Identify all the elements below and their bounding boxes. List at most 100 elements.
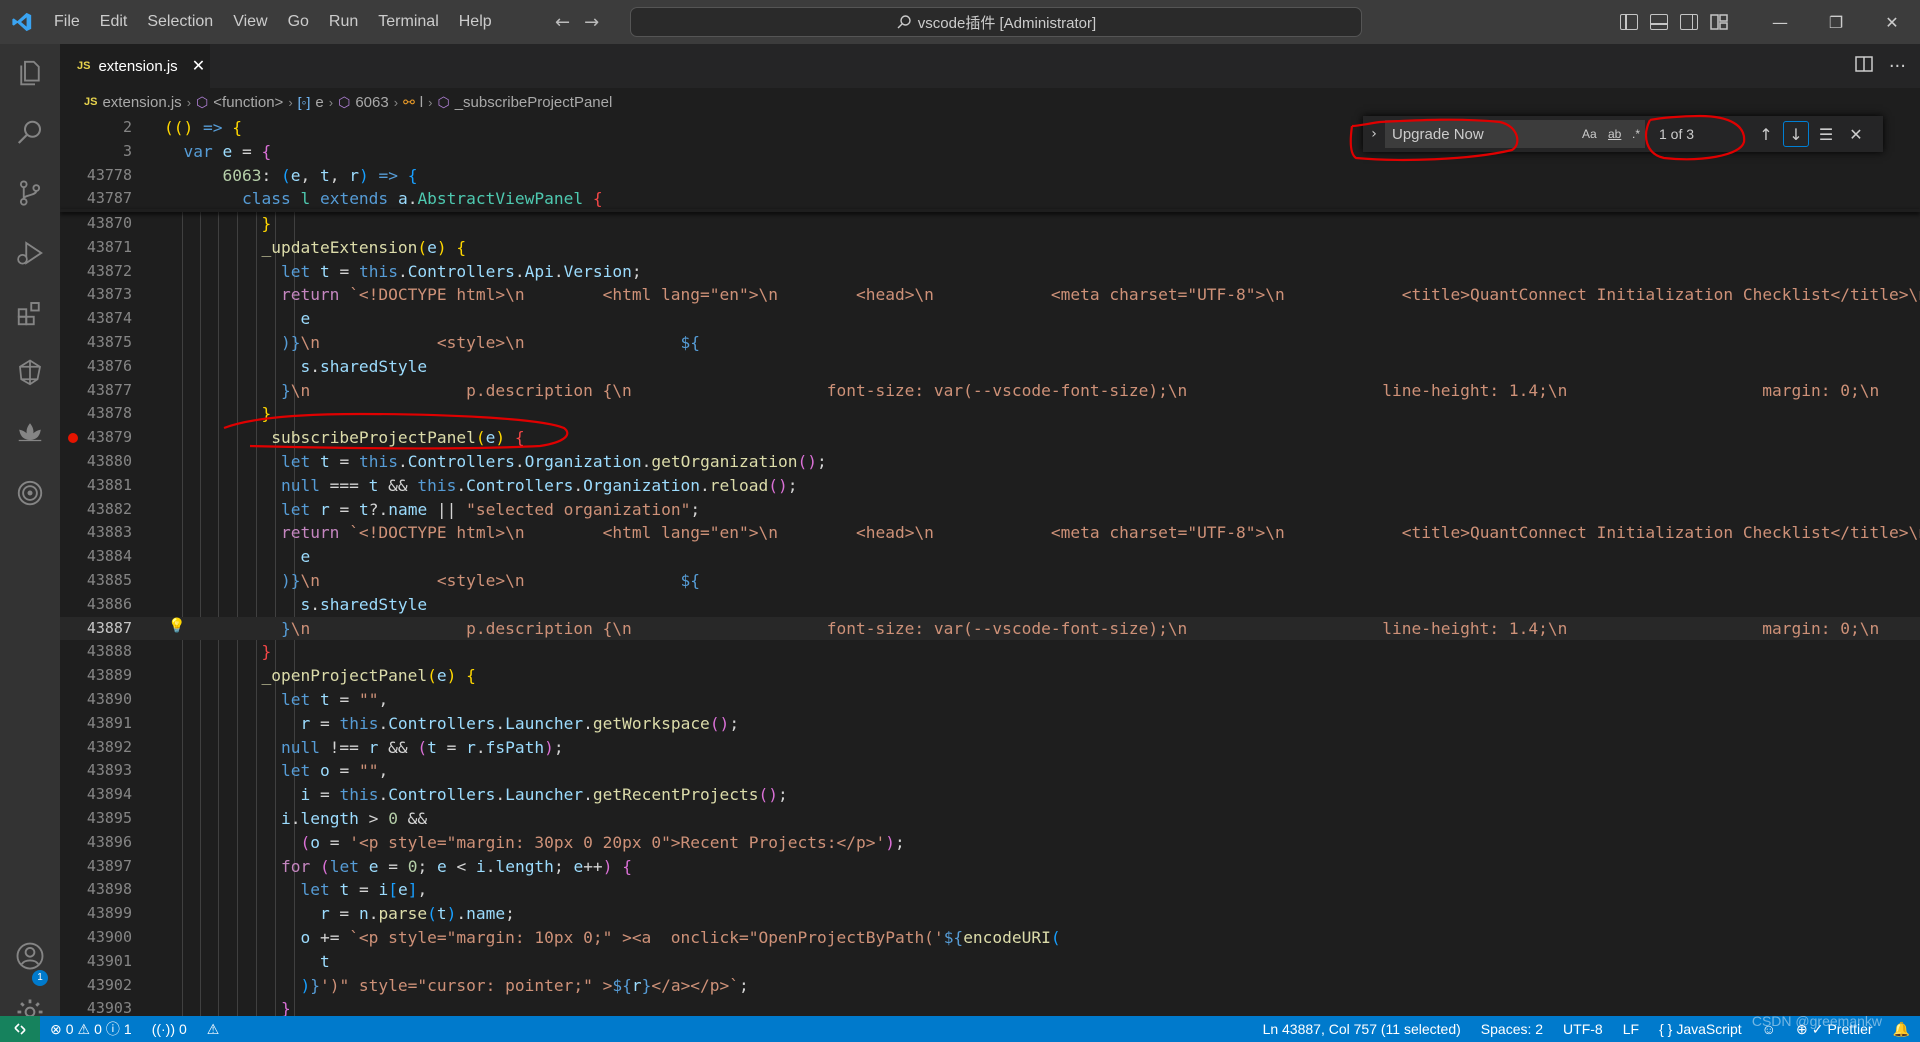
variable-icon: [◦] (297, 94, 311, 110)
breadcrumb-var[interactable]: e (315, 94, 323, 111)
toggle-replace-chevron-icon[interactable]: › (1363, 126, 1385, 142)
files-icon[interactable] (0, 45, 60, 101)
navigation-arrows: ← → (555, 0, 599, 44)
toggle-primary-sidebar-icon[interactable] (1620, 14, 1638, 30)
menu-terminal[interactable]: Terminal (368, 0, 448, 44)
menu-file[interactable]: File (44, 0, 90, 44)
editor-actions: ··· (1855, 44, 1906, 88)
code-line: 43880 let t = this.Controllers.Organizat… (86, 452, 827, 471)
menu-go[interactable]: Go (278, 0, 319, 44)
js-file-icon: JS (84, 96, 98, 108)
source-control-icon[interactable] (0, 165, 60, 221)
breadcrumb-module[interactable]: 6063 (355, 94, 388, 111)
code-line: 43891 r = this.Controllers.Launcher.getW… (86, 713, 740, 733)
breadcrumb-method[interactable]: _subscribeProjectPanel (455, 94, 613, 111)
code-line: 43882 let r = t?.name || "selected organ… (86, 499, 701, 519)
cube-icon: ⬡ (338, 93, 351, 110)
encoding[interactable]: UTF-8 (1553, 1021, 1613, 1037)
code-line: 43892 null !== r && (t = r.fsPath); (86, 737, 564, 757)
problems-indicator[interactable]: ⊗ 0 ⚠ 0 ⓘ 1 (40, 1019, 142, 1039)
code-line: 43889 _openProjectPanel(e) { (86, 666, 476, 686)
ports-indicator[interactable]: ((·)) 0 (142, 1021, 197, 1037)
split-editor-icon[interactable] (1855, 55, 1873, 77)
code-line: 43884 e (86, 547, 311, 567)
indentation[interactable]: Spaces: 2 (1471, 1021, 1553, 1037)
breadcrumb: JS extension.js › ⬡ <function> › [◦] e ›… (60, 88, 1920, 116)
match-case-icon[interactable]: Aa (1582, 127, 1597, 141)
customize-layout-icon[interactable] (1710, 14, 1728, 30)
lightbulb-icon[interactable]: 💡 (168, 618, 185, 634)
end-of-line[interactable]: LF (1613, 1021, 1649, 1037)
code-line: 43873 return `<!DOCTYPE html>\n <html la… (86, 285, 1920, 305)
restore-icon[interactable]: ❐ (1808, 0, 1864, 44)
alert-indicator[interactable]: ⚠ (197, 1021, 230, 1038)
tab-extension-js[interactable]: JS extension.js ✕ (60, 44, 210, 88)
code-editor[interactable]: 2(() => { 3 var e = { 43778 6063: (e, t,… (60, 116, 1920, 1016)
accounts-icon[interactable] (0, 928, 60, 984)
status-bar: ⊗ 0 ⚠ 0 ⓘ 1 ((·)) 0 ⚠ Ln 43887, Col 757 (11 … (0, 1016, 1920, 1042)
run-debug-icon[interactable] (0, 225, 60, 281)
find-in-selection-icon[interactable]: ☰ (1813, 121, 1839, 147)
command-center-search[interactable]: vscode插件 [Administrator] (630, 7, 1362, 37)
next-match-icon[interactable]: ↓ (1783, 121, 1809, 147)
code-line-current: 43887 }\n p.description {\n font-size: v… (60, 616, 1920, 641)
code-line: 43899 r = n.parse(t).name; (86, 904, 515, 924)
find-input[interactable]: Upgrade Now Aa ab .* (1385, 120, 1645, 148)
menu-selection[interactable]: Selection (137, 0, 223, 44)
info-icon: ⓘ (105, 1021, 120, 1037)
regex-icon[interactable]: .* (1632, 127, 1640, 141)
arrow-right-icon[interactable]: → (584, 12, 599, 33)
breadcrumb-file[interactable]: extension.js (102, 94, 181, 111)
layout-controls (1620, 0, 1728, 44)
remote-indicator-icon[interactable] (0, 1016, 40, 1042)
breadcrumb-class[interactable]: l (420, 94, 423, 111)
menu-help[interactable]: Help (449, 0, 502, 44)
notifications-bell-icon[interactable]: 🔔 (1883, 1021, 1920, 1038)
window-controls: — ❐ ✕ (1752, 0, 1920, 44)
breadcrumb-function[interactable]: <function> (213, 94, 283, 111)
code-line: 43878 } (86, 404, 272, 424)
menu-run[interactable]: Run (319, 0, 368, 44)
breakpoint-icon[interactable] (68, 433, 78, 443)
braces-icon: { } (1659, 1021, 1673, 1037)
quantconnect-icon[interactable] (0, 345, 60, 401)
toggle-secondary-sidebar-icon[interactable] (1680, 14, 1698, 30)
code-line: 43881 null === t && this.Controllers.Org… (86, 475, 798, 495)
menu-edit[interactable]: Edit (90, 0, 138, 44)
lotus-icon[interactable] (0, 405, 60, 461)
arrow-left-icon[interactable]: ← (555, 12, 570, 33)
more-actions-icon[interactable]: ··· (1889, 56, 1906, 77)
whole-word-icon[interactable]: ab (1608, 127, 1621, 141)
menu-view[interactable]: View (223, 0, 277, 44)
cube-icon: ⬡ (437, 93, 450, 110)
code-line: 43897 for (let e = 0; e < i.length; e++)… (86, 856, 632, 876)
chevron-right-icon: › (428, 94, 433, 110)
chevron-right-icon: › (328, 94, 334, 110)
close-tab-icon[interactable]: ✕ (192, 56, 205, 76)
watermark: CSDN @greemankw (1751, 1013, 1882, 1029)
cursor-position[interactable]: Ln 43887, Col 757 (11 selected) (1253, 1021, 1471, 1037)
broadcast-icon: ((·)) (151, 1021, 175, 1037)
code-line: 43898 let t = i[e], (86, 880, 428, 900)
spiral-icon[interactable] (0, 465, 60, 521)
command-center-label: vscode插件 [Administrator] (917, 14, 1097, 32)
code-line: 43894 i = this.Controllers.Launcher.getR… (86, 785, 788, 805)
tab-label: extension.js (98, 57, 178, 75)
close-window-icon[interactable]: ✕ (1864, 0, 1920, 44)
toggle-panel-icon[interactable] (1650, 14, 1668, 30)
search-icon (897, 15, 911, 29)
code-line: 43903 } (86, 999, 291, 1016)
minimize-icon[interactable]: — (1752, 0, 1808, 44)
previous-match-icon[interactable]: ↑ (1753, 121, 1779, 147)
code-line: 43883 return `<!DOCTYPE html>\n <html la… (86, 523, 1920, 543)
class-icon: ⚯ (403, 93, 415, 110)
code-line: 43778 6063: (e, t, r) => { (86, 165, 418, 185)
language-mode[interactable]: { } JavaScript (1649, 1021, 1752, 1037)
code-line: 43893 let o = "", (86, 761, 389, 781)
extensions-icon[interactable] (0, 285, 60, 341)
close-find-icon[interactable]: ✕ (1843, 121, 1869, 147)
search-icon[interactable] (0, 105, 60, 161)
activity-bar: 1 (0, 44, 60, 1025)
find-query: Upgrade Now (1392, 125, 1484, 143)
error-icon: ⊗ (50, 1020, 62, 1037)
